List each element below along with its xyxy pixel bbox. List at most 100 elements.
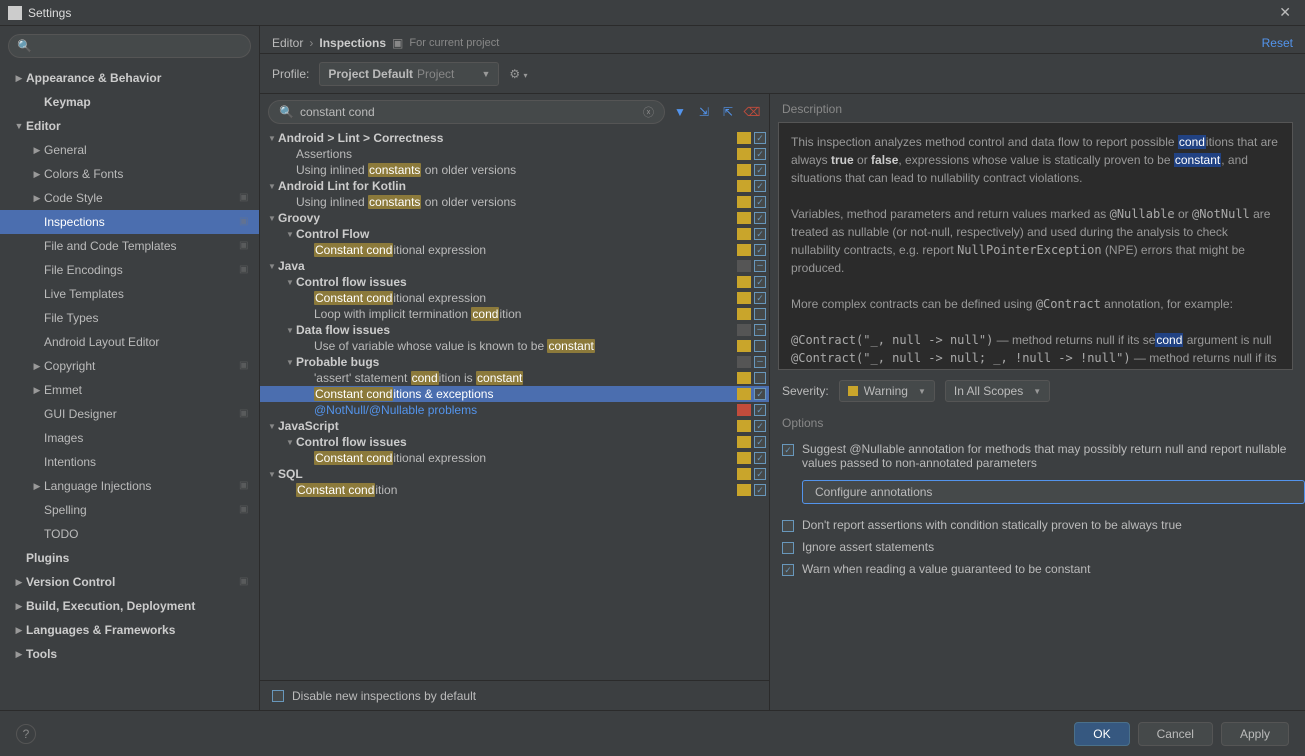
inspection-row[interactable]: Constant condition	[260, 482, 769, 498]
gear-icon[interactable]: ⚙ ▾	[509, 67, 527, 81]
inspection-checkbox[interactable]	[753, 147, 767, 161]
option-warn-constant-checkbox[interactable]	[782, 564, 794, 576]
sidebar-item-languages-frameworks[interactable]: ▶Languages & Frameworks	[0, 618, 259, 642]
sidebar-search-input[interactable]	[36, 39, 242, 53]
sidebar-item-emmet[interactable]: ▶Emmet	[0, 378, 259, 402]
ok-button[interactable]: OK	[1074, 722, 1129, 746]
sidebar-item-file-encodings[interactable]: File Encodings▣	[0, 258, 259, 282]
sidebar-item-tools[interactable]: ▶Tools	[0, 642, 259, 666]
sidebar-item-keymap[interactable]: Keymap	[0, 90, 259, 114]
inspection-checkbox[interactable]	[753, 227, 767, 241]
inspection-row[interactable]: Constant conditional expression	[260, 450, 769, 466]
inspection-checkbox[interactable]	[753, 291, 767, 305]
sidebar-item-images[interactable]: Images	[0, 426, 259, 450]
inspection-checkbox[interactable]	[753, 211, 767, 225]
expand-all-icon[interactable]: ⇲	[695, 103, 713, 121]
sidebar-item-android-layout-editor[interactable]: Android Layout Editor	[0, 330, 259, 354]
inspection-row[interactable]: ▼Java	[260, 258, 769, 274]
sidebar-item-editor[interactable]: ▼Editor	[0, 114, 259, 138]
sidebar-item-file-and-code-templates[interactable]: File and Code Templates▣	[0, 234, 259, 258]
inspection-checkbox[interactable]	[753, 243, 767, 257]
sidebar-item-build-execution-deployment[interactable]: ▶Build, Execution, Deployment	[0, 594, 259, 618]
sidebar-item-general[interactable]: ▶General	[0, 138, 259, 162]
inspections-search[interactable]: 🔍 ⓧ	[268, 100, 665, 124]
sidebar-item-spelling[interactable]: Spelling▣	[0, 498, 259, 522]
reset-filter-icon[interactable]: ⌫	[743, 103, 761, 121]
option-ignore-assert-checkbox[interactable]	[782, 542, 794, 554]
inspection-checkbox[interactable]	[753, 451, 767, 465]
cancel-button[interactable]: Cancel	[1138, 722, 1213, 746]
sidebar-item-appearance-behavior[interactable]: ▶Appearance & Behavior	[0, 66, 259, 90]
reset-link[interactable]: Reset	[1262, 36, 1293, 50]
inspection-label: Data flow issues	[296, 323, 737, 337]
sidebar-item-version-control[interactable]: ▶Version Control▣	[0, 570, 259, 594]
sidebar-item-copyright[interactable]: ▶Copyright▣	[0, 354, 259, 378]
inspection-row[interactable]: Constant conditional expression	[260, 242, 769, 258]
inspection-row[interactable]: ▼Control flow issues	[260, 274, 769, 290]
profile-selector[interactable]: Project Default Project ▼	[319, 62, 499, 86]
inspection-row[interactable]: ▼Control flow issues	[260, 434, 769, 450]
severity-indicator-icon	[737, 340, 751, 352]
sidebar-item-live-templates[interactable]: Live Templates	[0, 282, 259, 306]
sidebar-item-todo[interactable]: TODO	[0, 522, 259, 546]
inspection-row[interactable]: ▼Control Flow	[260, 226, 769, 242]
inspection-row[interactable]: ▼Android Lint for Kotlin	[260, 178, 769, 194]
severity-selector[interactable]: Warning ▼	[839, 380, 935, 402]
severity-row: Severity: Warning ▼ In All Scopes ▼	[778, 370, 1305, 412]
inspection-row[interactable]: Use of variable whose value is known to …	[260, 338, 769, 354]
inspection-row[interactable]: ▼Groovy	[260, 210, 769, 226]
sidebar-search[interactable]: 🔍	[8, 34, 251, 58]
close-icon[interactable]: ✕	[1273, 2, 1297, 23]
apply-button[interactable]: Apply	[1221, 722, 1289, 746]
inspection-row[interactable]: Assertions	[260, 146, 769, 162]
inspection-row[interactable]: ▼SQL	[260, 466, 769, 482]
sidebar-item-inspections[interactable]: Inspections▣	[0, 210, 259, 234]
inspection-checkbox[interactable]	[753, 403, 767, 417]
inspection-checkbox[interactable]	[753, 131, 767, 145]
inspection-row[interactable]: Constant conditional expression	[260, 290, 769, 306]
inspection-checkbox[interactable]	[753, 483, 767, 497]
inspection-checkbox[interactable]	[753, 163, 767, 177]
help-icon[interactable]: ?	[16, 724, 36, 744]
sidebar-item-colors-fonts[interactable]: ▶Colors & Fonts	[0, 162, 259, 186]
inspection-row[interactable]: ▼Probable bugs	[260, 354, 769, 370]
inspection-row[interactable]: ▼Data flow issues	[260, 322, 769, 338]
inspection-row[interactable]: Using inlined constants on older version…	[260, 162, 769, 178]
sidebar-item-gui-designer[interactable]: GUI Designer▣	[0, 402, 259, 426]
breadcrumb-editor[interactable]: Editor	[272, 36, 303, 50]
inspection-checkbox[interactable]	[753, 355, 767, 369]
inspection-checkbox[interactable]	[753, 275, 767, 289]
inspection-checkbox[interactable]	[753, 195, 767, 209]
sidebar-item-language-injections[interactable]: ▶Language Injections▣	[0, 474, 259, 498]
inspection-checkbox[interactable]	[753, 179, 767, 193]
inspection-row[interactable]: ▼JavaScript	[260, 418, 769, 434]
collapse-all-icon[interactable]: ⇱	[719, 103, 737, 121]
filter-icon[interactable]: ▼	[671, 103, 689, 121]
inspection-checkbox[interactable]	[753, 371, 767, 385]
inspections-search-input[interactable]	[300, 105, 637, 119]
inspection-row[interactable]: @NotNull/@Nullable problems	[260, 402, 769, 418]
sidebar-item-plugins[interactable]: Plugins	[0, 546, 259, 570]
inspection-checkbox[interactable]	[753, 387, 767, 401]
option-suggest-nullable-checkbox[interactable]	[782, 444, 794, 456]
inspection-checkbox[interactable]	[753, 323, 767, 337]
clear-search-icon[interactable]: ⓧ	[643, 104, 654, 120]
configure-annotations-button[interactable]: Configure annotations	[802, 480, 1305, 504]
inspection-checkbox[interactable]	[753, 419, 767, 433]
sidebar-item-file-types[interactable]: File Types	[0, 306, 259, 330]
inspection-checkbox[interactable]	[753, 259, 767, 273]
disable-new-checkbox[interactable]	[272, 690, 284, 702]
inspection-checkbox[interactable]	[753, 307, 767, 321]
inspection-row[interactable]: Using inlined constants on older version…	[260, 194, 769, 210]
inspection-row[interactable]: Loop with implicit termination condition	[260, 306, 769, 322]
inspection-row[interactable]: Constant conditions & exceptions	[260, 386, 769, 402]
inspection-row[interactable]: 'assert' statement condition is constant	[260, 370, 769, 386]
option-dont-report-assert-checkbox[interactable]	[782, 520, 794, 532]
scope-selector[interactable]: In All Scopes ▼	[945, 380, 1050, 402]
sidebar-item-intentions[interactable]: Intentions	[0, 450, 259, 474]
inspection-checkbox[interactable]	[753, 467, 767, 481]
sidebar-item-code-style[interactable]: ▶Code Style▣	[0, 186, 259, 210]
inspection-checkbox[interactable]	[753, 339, 767, 353]
inspection-checkbox[interactable]	[753, 435, 767, 449]
inspection-row[interactable]: ▼Android > Lint > Correctness	[260, 130, 769, 146]
